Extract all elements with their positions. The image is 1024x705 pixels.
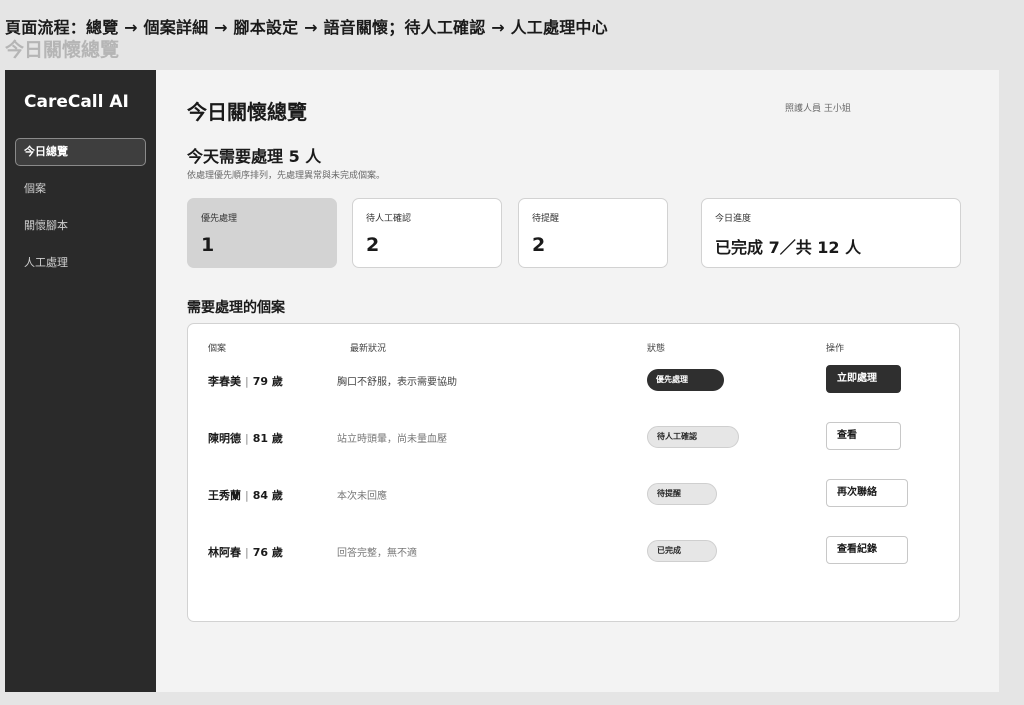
view-button[interactable]: 查看 [826, 422, 901, 450]
status-badge: 優先處理 [647, 369, 724, 391]
user-label: 照護人員 王小姐 [785, 104, 851, 114]
column-header-status: 狀態 [647, 344, 666, 354]
summary-hint: 依處理優先順序排列，先處理異常與未完成個案。 [187, 171, 386, 181]
view-records-button[interactable]: 查看紀錄 [826, 536, 908, 564]
page-title: 今日關懷總覽 [187, 100, 307, 124]
table-row: 陳明德 | 81 歲 站立時頭暈，尚未量血壓 待人工確認 查看 [188, 422, 959, 452]
stat-card-value: 已完成 7／共 12 人 [715, 238, 862, 257]
stat-card-label: 今日進度 [715, 214, 752, 224]
table-row: 李春美 | 79 歲 胸口不舒服，表示需要協助 優先處理 立即處理 [188, 365, 959, 395]
main-content: 今日關懷總覽 照護人員 王小姐 今天需要處理 5 人 依處理優先順序排列，先處理… [156, 70, 999, 692]
app-window: CareCall AI 今日總覽 個案 關懷腳本 人工處理 今日關懷總覽 照護人… [5, 70, 999, 692]
table-row: 林阿春 | 76 歲 回答完整，無不適 已完成 查看紀錄 [188, 536, 959, 566]
case-latest-status: 胸口不舒服，表示需要協助 [337, 377, 457, 388]
sidebar-item-overview[interactable]: 今日總覽 [15, 138, 146, 166]
column-header-latest: 最新狀況 [350, 344, 387, 354]
status-badge: 已完成 [647, 540, 717, 562]
brand-logo: CareCall AI [24, 92, 129, 112]
stat-card-progress[interactable]: 今日進度 已完成 7／共 12 人 [701, 198, 961, 268]
stat-card-priority[interactable]: 優先處理 1 [187, 198, 337, 268]
case-name: 王秀蘭 | 84 歲 [208, 489, 283, 502]
cases-table: 個案 最新狀況 狀態 操作 李春美 | 79 歲 胸口不舒服，表示需要協助 優先處理… [187, 323, 960, 622]
stat-card-value: 1 [201, 234, 215, 256]
sidebar-item-manual[interactable]: 人工處理 [15, 249, 146, 277]
stat-card-value: 2 [366, 234, 380, 256]
summary-headline: 今天需要處理 5 人 [187, 147, 322, 166]
column-header-case: 個案 [208, 344, 227, 354]
stat-card-value: 2 [532, 234, 546, 256]
stat-card-label: 優先處理 [201, 214, 238, 224]
handle-now-button[interactable]: 立即處理 [826, 365, 901, 393]
case-latest-status: 站立時頭暈，尚未量血壓 [337, 434, 447, 445]
case-name: 陳明德 | 81 歲 [208, 432, 283, 445]
column-header-action: 操作 [826, 344, 845, 354]
stat-card-label: 待人工確認 [366, 214, 412, 224]
case-latest-status: 回答完整，無不適 [337, 548, 417, 559]
cases-section-title: 需要處理的個案 [187, 300, 285, 316]
stat-card-manual-review[interactable]: 待人工確認 2 [352, 198, 502, 268]
contact-again-button[interactable]: 再次聯絡 [826, 479, 908, 507]
table-row: 王秀蘭 | 84 歲 本次未回應 待提醒 再次聯絡 [188, 479, 959, 509]
sidebar: CareCall AI 今日總覽 個案 關懷腳本 人工處理 [5, 70, 156, 692]
sidebar-item-cases[interactable]: 個案 [15, 175, 146, 203]
status-badge: 待提醒 [647, 483, 717, 505]
flow-subtitle: 今日關懷總覽 [5, 39, 120, 61]
stat-card-reminder[interactable]: 待提醒 2 [518, 198, 668, 268]
case-latest-status: 本次未回應 [337, 491, 387, 502]
stat-card-label: 待提醒 [532, 214, 560, 224]
sidebar-item-scripts[interactable]: 關懷腳本 [15, 212, 146, 240]
status-badge: 待人工確認 [647, 426, 739, 448]
case-name: 李春美 | 79 歲 [208, 375, 283, 388]
case-name: 林阿春 | 76 歲 [208, 546, 283, 559]
